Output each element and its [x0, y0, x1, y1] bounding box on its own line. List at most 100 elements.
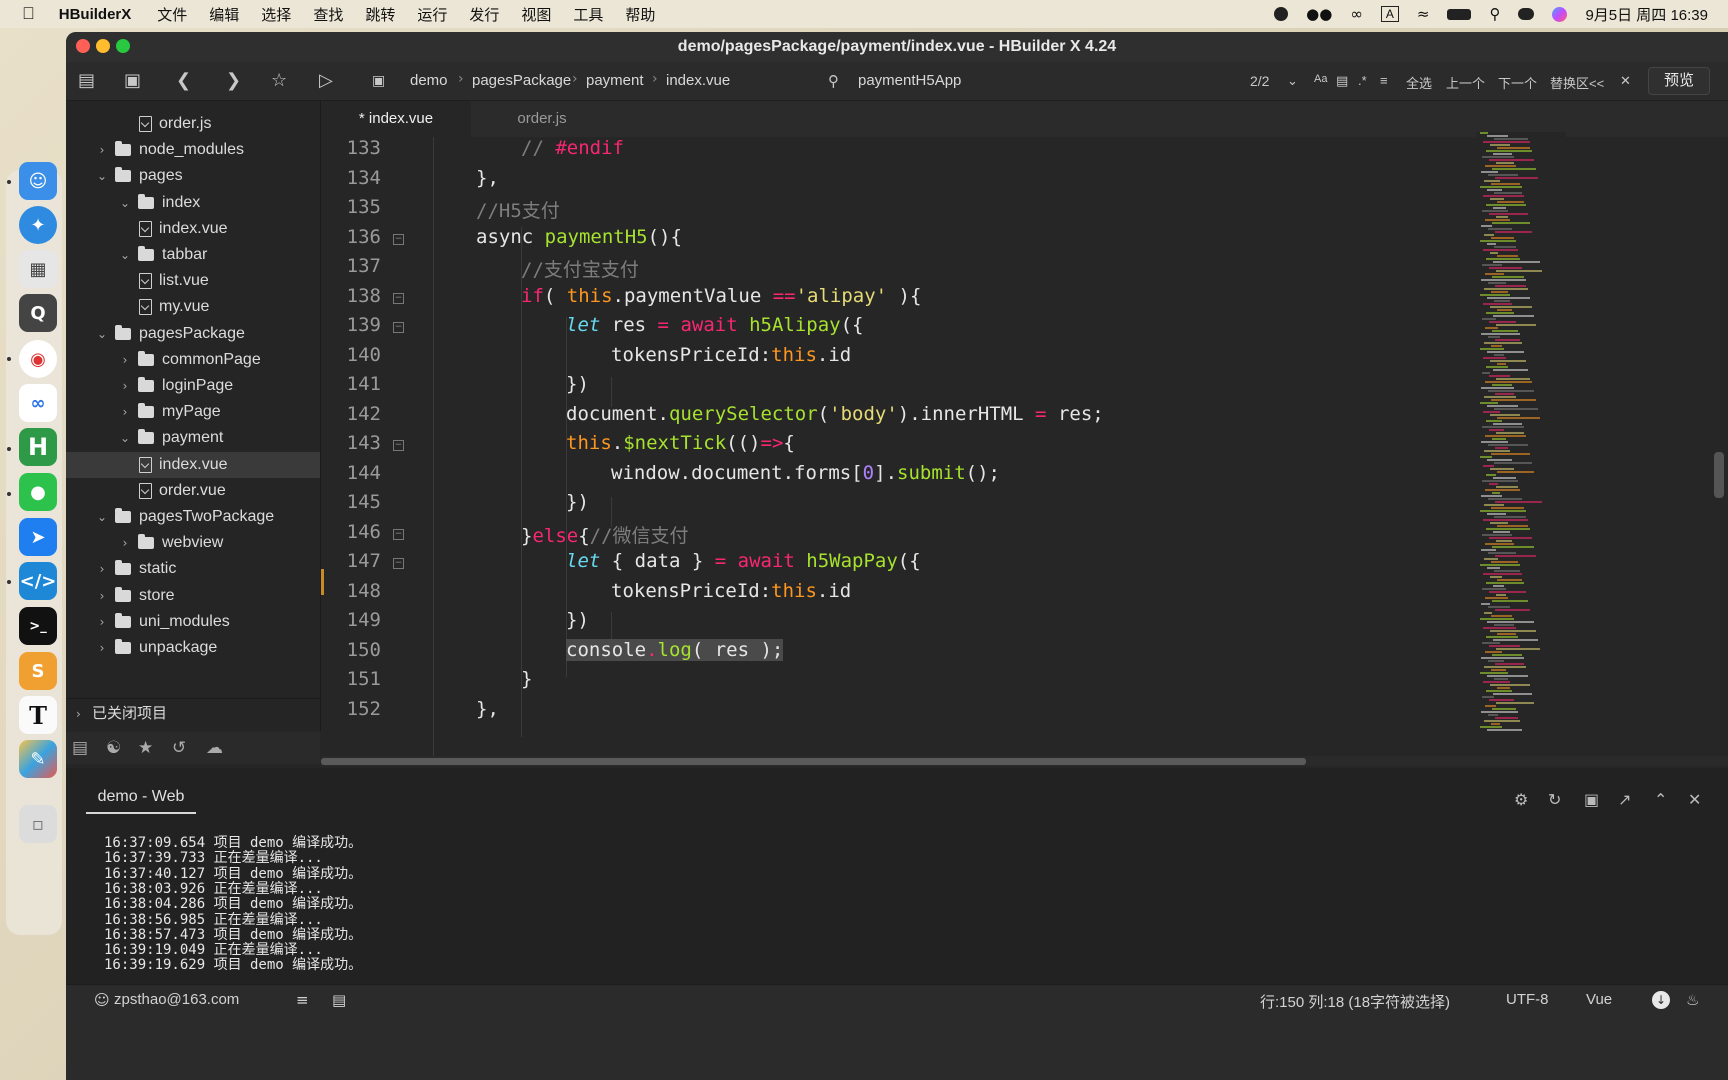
- menu-select[interactable]: 选择: [261, 4, 291, 25]
- replace-toggle-button[interactable]: 替换区<<: [1550, 73, 1604, 92]
- tree-item[interactable]: ⌄ pages: [66, 163, 320, 189]
- code-line[interactable]: }else{//微信支付: [521, 521, 689, 548]
- menu-publish[interactable]: 发行: [469, 4, 499, 25]
- breadcrumb-folder[interactable]: pagesPackage: [472, 72, 571, 89]
- record-icon[interactable]: [1274, 7, 1289, 21]
- code-line[interactable]: window.document.forms[0].submit();: [611, 462, 1000, 484]
- save-icon[interactable]: ▣: [124, 72, 141, 90]
- tree-item[interactable]: › myPage: [66, 399, 320, 425]
- vertical-scrollbar[interactable]: [1714, 452, 1724, 498]
- project-manager-icon[interactable]: ▤: [72, 738, 88, 758]
- tree-item[interactable]: order.js: [66, 111, 320, 137]
- code-line[interactable]: tokensPriceId:this.id: [611, 580, 851, 602]
- tree-item[interactable]: › commonPage: [66, 347, 320, 373]
- run-icon[interactable]: ▷: [319, 72, 333, 90]
- code-line[interactable]: let res = await h5Alipay({: [566, 314, 864, 336]
- tree-item[interactable]: ⌄ tabbar: [66, 242, 320, 268]
- terminal-icon[interactable]: ▤: [332, 991, 346, 1009]
- tree-item[interactable]: › unpackage: [66, 635, 320, 661]
- account-email[interactable]: zpsthao@163.com: [114, 991, 239, 1008]
- hbuilderx-icon[interactable]: H: [19, 428, 57, 466]
- whole-word-icon[interactable]: ▤: [1336, 73, 1348, 89]
- fold-icon[interactable]: −: [393, 440, 404, 451]
- back-icon[interactable]: ❮: [176, 72, 191, 90]
- chevron-down-icon[interactable]: ⌄: [1287, 73, 1298, 89]
- tree-item[interactable]: › node_modules: [66, 137, 320, 163]
- chevron-down-icon[interactable]: ⌄: [118, 242, 132, 268]
- control-center-icon[interactable]: [1518, 8, 1535, 20]
- code-line[interactable]: //H5支付: [476, 196, 560, 223]
- restart-icon[interactable]: ↻: [1548, 790, 1561, 809]
- tree-item[interactable]: order.vue: [66, 478, 320, 504]
- sublime-text-icon[interactable]: S: [19, 652, 57, 690]
- maximize-panel-icon[interactable]: ⌃: [1654, 790, 1667, 809]
- launchpad-icon[interactable]: ▦: [19, 250, 57, 288]
- search-input[interactable]: paymentH5App: [858, 72, 961, 89]
- code-line[interactable]: document.querySelector('body').innerHTML…: [566, 403, 1104, 425]
- close-find-icon[interactable]: ✕: [1620, 73, 1631, 89]
- tree-item[interactable]: ⌄ payment: [66, 425, 320, 451]
- download-icon[interactable]: ↓: [1652, 991, 1670, 1009]
- chevron-right-icon[interactable]: ›: [118, 347, 132, 373]
- menu-file[interactable]: 文件: [157, 4, 187, 25]
- fold-icon[interactable]: −: [393, 233, 404, 245]
- menu-tools[interactable]: 工具: [573, 4, 603, 25]
- menu-view[interactable]: 视图: [521, 4, 551, 25]
- baidu-netdisk-icon[interactable]: ∞: [1350, 5, 1363, 23]
- match-case-icon[interactable]: Aa: [1314, 73, 1327, 85]
- minimap[interactable]: [1476, 132, 1566, 752]
- cursor-position[interactable]: 行:150 列:18 (18字符被选择): [1260, 991, 1450, 1012]
- chevron-right-icon[interactable]: ›: [95, 137, 109, 163]
- trash-icon[interactable]: ▫: [19, 805, 57, 843]
- chevron-right-icon[interactable]: ›: [95, 609, 109, 635]
- tab-index-vue[interactable]: * index.vue: [321, 101, 471, 137]
- open-external-icon[interactable]: ↗: [1618, 790, 1631, 809]
- tree-item[interactable]: list.vue: [66, 268, 320, 294]
- chevron-right-icon[interactable]: ›: [118, 530, 132, 556]
- code-line[interactable]: tokensPriceId:this.id: [611, 344, 851, 366]
- code-line[interactable]: console.log( res );: [566, 638, 784, 661]
- next-match-button[interactable]: 下一个: [1498, 73, 1537, 92]
- drawing-app-icon[interactable]: ✎: [19, 740, 57, 778]
- closed-projects-section[interactable]: › 已关闭项目: [66, 698, 320, 729]
- chevron-right-icon[interactable]: ›: [118, 373, 132, 399]
- new-file-icon[interactable]: ▤: [78, 72, 95, 90]
- tree-item[interactable]: index.vue: [66, 216, 320, 242]
- debug-bug-icon[interactable]: ⚙: [1514, 790, 1528, 809]
- forward-icon[interactable]: ❯: [226, 72, 241, 90]
- tree-item[interactable]: › store: [66, 583, 320, 609]
- tab-order-js[interactable]: order.js: [471, 101, 613, 137]
- user-avatar-icon[interactable]: ☺: [94, 991, 110, 1009]
- terminal-icon[interactable]: >_: [19, 607, 57, 645]
- tree-item[interactable]: my.vue: [66, 294, 320, 320]
- menu-help[interactable]: 帮助: [625, 4, 655, 25]
- baidu-netdisk-dock-icon[interactable]: ∞: [19, 384, 57, 422]
- feishu-icon[interactable]: ➤: [19, 518, 57, 556]
- code-line[interactable]: // #endif: [521, 137, 624, 159]
- stop-icon[interactable]: ▣: [1584, 790, 1599, 809]
- vscode-icon[interactable]: </>: [19, 562, 57, 600]
- notification-bell-icon[interactable]: ♨: [1686, 991, 1699, 1009]
- cloud-icon[interactable]: ☁: [206, 738, 223, 758]
- plugin-icon[interactable]: ☯: [106, 738, 121, 758]
- chevron-right-icon[interactable]: ›: [95, 583, 109, 609]
- chevron-right-icon[interactable]: ›: [118, 399, 132, 425]
- chevron-down-icon[interactable]: ⌄: [118, 425, 132, 451]
- select-all-button[interactable]: 全选: [1406, 73, 1432, 92]
- tree-item[interactable]: › uni_modules: [66, 609, 320, 635]
- language-mode[interactable]: Vue: [1586, 991, 1612, 1008]
- git-icon[interactable]: ↺: [172, 738, 186, 758]
- code-line[interactable]: }): [566, 491, 589, 513]
- tree-item[interactable]: ⌄ pagesTwoPackage: [66, 504, 320, 530]
- code-line[interactable]: }): [566, 373, 589, 395]
- code-line[interactable]: },: [476, 167, 499, 189]
- debug-icon[interactable]: ★: [138, 738, 153, 758]
- regex-icon[interactable]: .*: [1358, 73, 1367, 88]
- finder-icon[interactable]: ☺: [19, 162, 57, 200]
- code-line[interactable]: async paymentH5(){: [476, 226, 682, 248]
- chevron-down-icon[interactable]: ⌄: [95, 504, 109, 530]
- tree-item[interactable]: › loginPage: [66, 373, 320, 399]
- clear-console-icon[interactable]: ✕: [1688, 790, 1701, 809]
- breadcrumb-file[interactable]: index.vue: [666, 72, 730, 89]
- wifi-icon[interactable]: ≈: [1417, 5, 1430, 23]
